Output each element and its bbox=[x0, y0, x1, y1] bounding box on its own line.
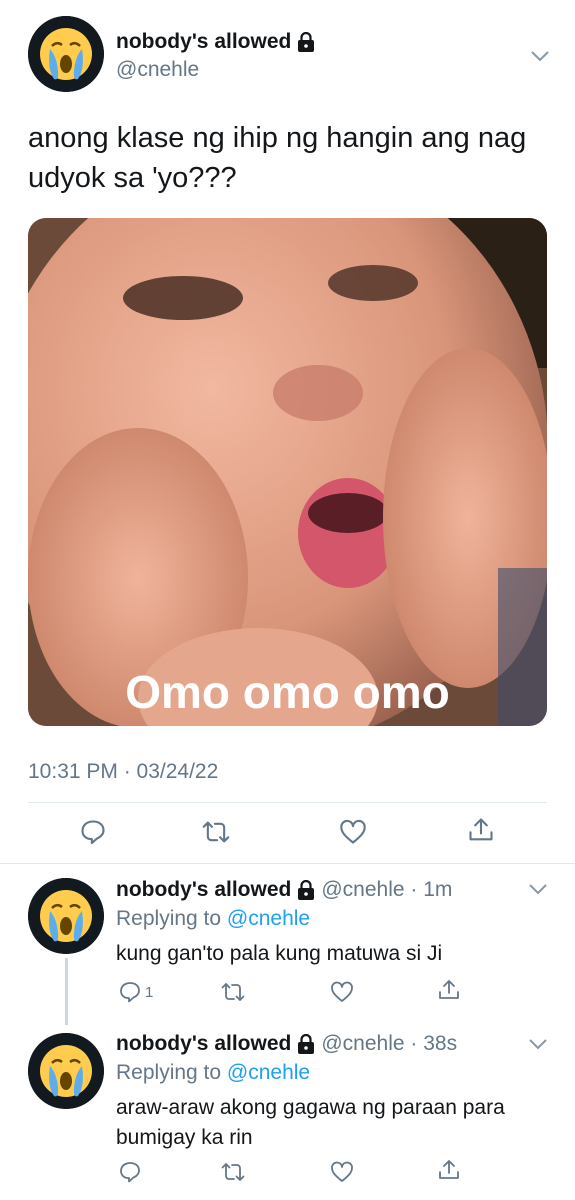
divider bbox=[0, 863, 575, 864]
avatar[interactable] bbox=[28, 878, 104, 954]
chevron-down-icon[interactable] bbox=[528, 1037, 548, 1051]
reply-author[interactable]: nobody's allowed @cnehle · 38s bbox=[116, 1032, 457, 1056]
reply-meta: @cnehle · 38s bbox=[321, 1032, 458, 1055]
share-icon[interactable] bbox=[437, 978, 461, 1002]
heart-icon[interactable] bbox=[330, 1160, 354, 1184]
tweet-timestamp[interactable]: 10:31 PM · 03/24/22 bbox=[28, 760, 218, 784]
reply-count: 1 bbox=[145, 984, 154, 1001]
share-icon[interactable] bbox=[437, 1158, 461, 1182]
avatar[interactable] bbox=[28, 16, 104, 92]
lock-icon bbox=[297, 32, 315, 52]
reply-author-name: nobody's allowed bbox=[116, 1032, 292, 1055]
thread-line bbox=[65, 958, 68, 1025]
avatar[interactable] bbox=[28, 1033, 104, 1109]
reply-icon[interactable] bbox=[118, 980, 142, 1004]
tweet-text: anong klase ng ihip ng hangin ang nag ud… bbox=[28, 118, 558, 198]
heart-icon[interactable] bbox=[339, 818, 367, 846]
retweet-icon[interactable] bbox=[202, 818, 230, 846]
media-caption: Omo omo omo bbox=[125, 666, 450, 718]
replying-to-label: Replying to bbox=[116, 907, 227, 930]
retweet-icon[interactable] bbox=[221, 980, 245, 1004]
reply-icon[interactable] bbox=[79, 818, 107, 846]
lock-icon bbox=[297, 1034, 315, 1054]
heart-icon[interactable] bbox=[330, 980, 354, 1004]
replying-to-link[interactable]: @cnehle bbox=[227, 1061, 310, 1084]
reply-icon[interactable] bbox=[118, 1160, 142, 1184]
chevron-down-icon[interactable] bbox=[530, 49, 550, 63]
reply-text-line: bumigay ka rin bbox=[116, 1126, 253, 1149]
reply-text: kung gan'to pala kung matuwa si Ji bbox=[116, 942, 443, 965]
tweet-text-line: udyok sa 'yo??? bbox=[28, 162, 237, 194]
tweet-media-image[interactable]: Omo omo omo bbox=[28, 218, 547, 726]
crying-emoji-icon bbox=[28, 16, 104, 92]
replying-to-link[interactable]: @cnehle bbox=[227, 907, 310, 930]
share-icon[interactable] bbox=[467, 816, 495, 844]
chevron-down-icon[interactable] bbox=[528, 882, 548, 896]
replying-to: Replying to @cnehle bbox=[116, 1061, 310, 1085]
baby-photo bbox=[28, 218, 547, 726]
reply-author-name: nobody's allowed bbox=[116, 878, 292, 901]
crying-emoji-icon bbox=[28, 1033, 104, 1109]
reply-meta: @cnehle · 1m bbox=[321, 878, 453, 901]
reply-text: araw-araw akong gagawa ng paraan para bu… bbox=[116, 1093, 536, 1153]
author-name-text: nobody's allowed bbox=[116, 30, 292, 53]
divider bbox=[28, 802, 547, 803]
crying-emoji-icon bbox=[28, 878, 104, 954]
author-handle[interactable]: @cnehle bbox=[116, 58, 199, 82]
retweet-icon[interactable] bbox=[221, 1160, 245, 1184]
replying-to-label: Replying to bbox=[116, 1061, 227, 1084]
replying-to: Replying to @cnehle bbox=[116, 907, 310, 931]
lock-icon bbox=[297, 880, 315, 900]
reply-text-line: araw-araw akong gagawa ng paraan para bbox=[116, 1096, 505, 1119]
tweet-text-line: anong klase ng ihip ng hangin ang nag bbox=[28, 122, 527, 154]
author-name[interactable]: nobody's allowed bbox=[116, 30, 315, 54]
reply-author[interactable]: nobody's allowed @cnehle · 1m bbox=[116, 878, 452, 902]
